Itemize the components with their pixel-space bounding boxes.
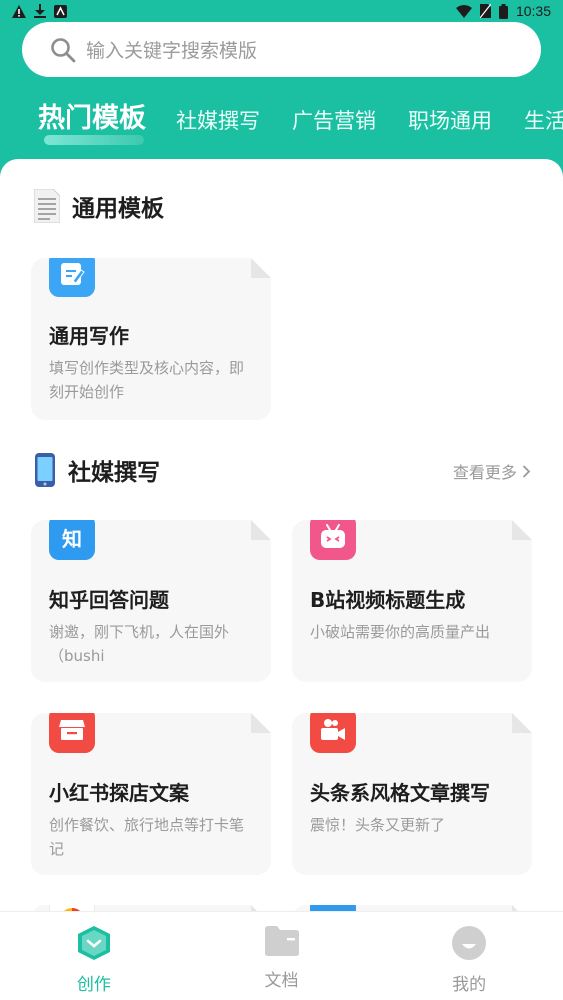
tab-life[interactable]: 生活: [524, 105, 563, 145]
bilibili-icon: [310, 520, 356, 560]
view-more-link[interactable]: 查看更多: [453, 459, 531, 483]
tab-active-indicator: [44, 135, 144, 145]
card-fold: [251, 258, 271, 278]
tab-hot-templates[interactable]: 热门模板: [38, 96, 146, 145]
download-icon: [34, 4, 46, 18]
profile-icon: [452, 926, 487, 960]
card-fold: [512, 520, 532, 540]
card-fold: [251, 713, 271, 733]
section-header-general: 通用模板: [34, 189, 164, 223]
card-description: 创作餐饮、旅行地点等打卡笔记: [49, 816, 245, 858]
card-description: 小破站需要你的高质量产出: [310, 623, 491, 641]
card-fold: [251, 520, 271, 540]
no-sim-icon: [479, 4, 491, 18]
phone-icon: [35, 453, 55, 487]
card-title: 通用写作: [49, 324, 129, 348]
card-description: 震惊！头条又更新了: [310, 816, 446, 834]
card-title: 小红书探店文案: [49, 781, 189, 805]
bottom-navigation: 创作 文档 我的: [0, 911, 563, 1000]
status-bar: 10:35: [0, 0, 563, 22]
content-panel: 通用模板 通用写作 填写创作类型及核心内容，即刻开始创作 社媒撰写 查看更多 知…: [0, 159, 563, 911]
card-description: 谢邀，刚下飞机，人在国外（bushi: [49, 623, 230, 665]
battery-icon: [498, 3, 508, 19]
nav-documents[interactable]: 文档: [188, 912, 376, 1000]
nav-create[interactable]: 创作: [0, 912, 188, 1000]
card-general-writing[interactable]: 通用写作 填写创作类型及核心内容，即刻开始创作: [31, 258, 271, 420]
section-header-social: 社媒撰写: [34, 452, 160, 488]
card-xiaohongshu-shop[interactable]: 小红书探店文案 创作餐饮、旅行地点等打卡笔记: [31, 713, 271, 875]
folder-icon: [264, 926, 299, 956]
status-time: 10:35: [515, 3, 551, 19]
shop-icon: [49, 713, 95, 753]
search-input[interactable]: 输入关键字搜索模版: [22, 22, 541, 77]
status-right: 10:35: [455, 3, 551, 19]
card-title: 头条系风格文章撰写: [310, 781, 490, 805]
card-title: B站视频标题生成: [310, 588, 466, 612]
nav-label: 文档: [264, 971, 299, 991]
card-description: 填写创作类型及核心内容，即刻开始创作: [49, 359, 245, 401]
search-icon: [51, 37, 76, 62]
edit-icon: [49, 258, 95, 297]
tab-label: 热门模板: [38, 103, 146, 134]
card-bilibili-title[interactable]: B站视频标题生成 小破站需要你的高质量产出: [292, 520, 532, 682]
search-placeholder: 输入关键字搜索模版: [86, 40, 258, 62]
document-icon: [34, 189, 60, 223]
create-icon: [77, 926, 110, 960]
wifi-icon: [455, 4, 472, 18]
video-icon: [310, 713, 356, 753]
app-notification-icon: [54, 4, 67, 18]
zhihu-icon: 知: [49, 520, 95, 560]
warning-icon: [12, 4, 26, 18]
nav-profile[interactable]: 我的: [375, 912, 563, 1000]
section-title: 社媒撰写: [68, 460, 160, 486]
tab-advertising[interactable]: 广告营销: [292, 105, 376, 145]
card-title: 知乎回答问题: [49, 588, 169, 612]
tab-social-media[interactable]: 社媒撰写: [176, 105, 260, 145]
status-left: [12, 4, 67, 18]
category-tabs: 热门模板 社媒撰写 广告营销 职场通用 生活: [38, 96, 563, 145]
tab-workplace[interactable]: 职场通用: [408, 105, 492, 145]
card-toutiao-article[interactable]: 头条系风格文章撰写 震惊！头条又更新了: [292, 713, 532, 875]
section-title: 通用模板: [72, 196, 164, 222]
card-fold: [512, 713, 532, 733]
view-more-label: 查看更多: [452, 463, 517, 482]
nav-label: 创作: [76, 975, 111, 995]
chevron-right-icon: [522, 465, 531, 478]
zhihu-icon-text: 知: [62, 526, 82, 551]
nav-label: 我的: [452, 975, 487, 995]
card-zhihu-answer[interactable]: 知 知乎回答问题 谢邀，刚下飞机，人在国外（bushi: [31, 520, 271, 682]
